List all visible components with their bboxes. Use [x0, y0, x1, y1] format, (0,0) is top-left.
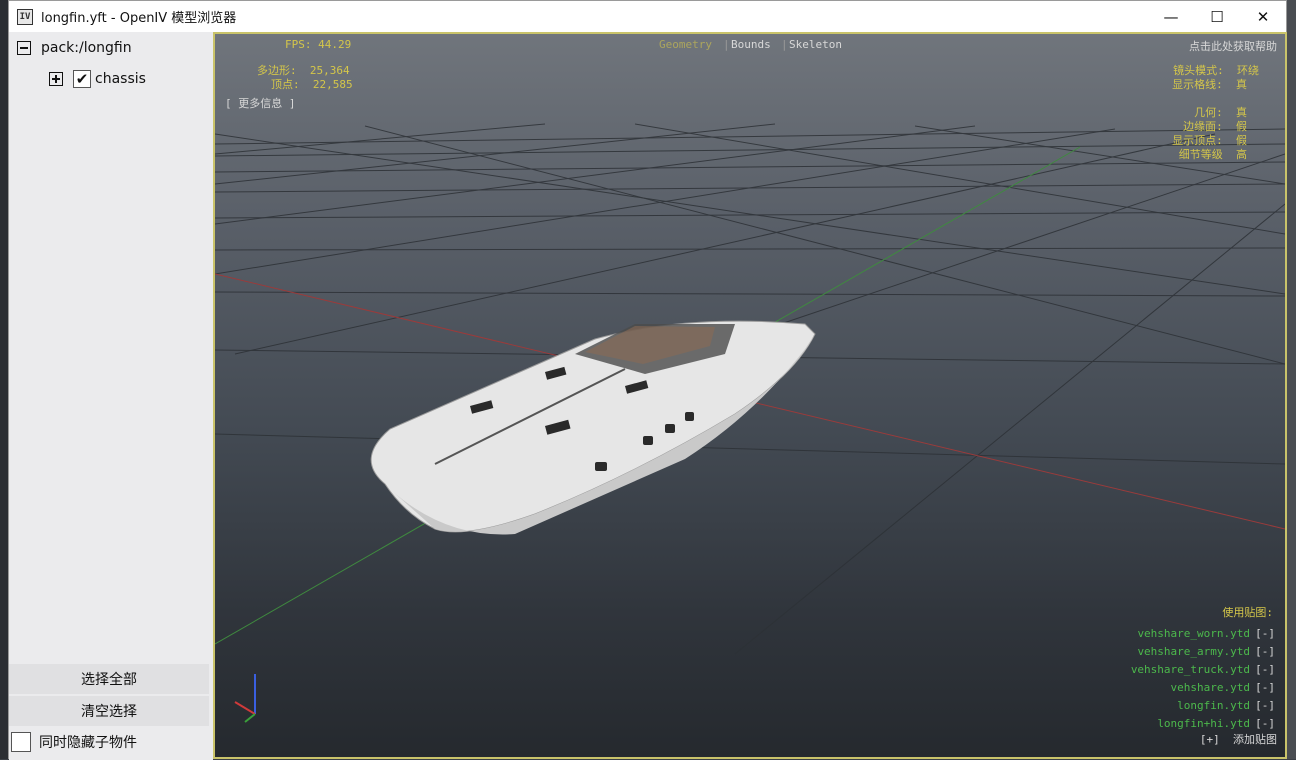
show-grid[interactable]: 显示格线: 真: [1172, 76, 1247, 92]
remove-texture-button[interactable]: [-]: [1255, 699, 1275, 712]
add-texture-button[interactable]: [+] 添加贴图: [1200, 731, 1277, 747]
texture-item: vehshare.ytd [-]: [1170, 681, 1275, 694]
minimize-button[interactable]: —: [1148, 1, 1194, 32]
tree-item-label: pack:/longfin: [41, 40, 132, 56]
texture-item: vehshare_truck.ytd [-]: [1130, 663, 1275, 676]
openiv-model-viewer-window: IV longfin.yft - OpenIV 模型浏览器 — ☐ ✕ pack…: [8, 0, 1287, 760]
remove-texture-button[interactable]: [-]: [1255, 663, 1275, 676]
lod-level[interactable]: 细节等级 高: [1179, 146, 1247, 162]
textures-title: 使用贴图:: [1222, 606, 1273, 619]
texture-item: vehshare_worn.ytd [-]: [1137, 627, 1275, 640]
tree-item-pack-longfin[interactable]: pack:/longfin: [17, 40, 132, 56]
desktop-background-left: [0, 0, 8, 759]
chassis-checkbox[interactable]: ✔: [73, 70, 91, 88]
vertex-count: 顶点: 22,585: [271, 78, 353, 91]
expand-icon[interactable]: [49, 72, 63, 86]
hide-children-option[interactable]: 同时隐藏子物件: [11, 732, 137, 752]
model-tree-sidebar: pack:/longfin ✔ chassis 选择全部 清空选择 同时隐藏子物…: [9, 32, 213, 760]
3d-viewport[interactable]: FPS: 44.29 多边形: 25,364 顶点: 22,585 [ 更多信息…: [213, 32, 1287, 759]
more-info-link[interactable]: [ 更多信息 ]: [225, 95, 296, 111]
remove-texture-button[interactable]: [-]: [1255, 645, 1275, 658]
texture-item: vehshare_army.ytd [-]: [1137, 645, 1275, 658]
clear-selection-button[interactable]: 清空选择: [9, 696, 209, 726]
axis-gizmo: [234, 674, 256, 723]
maximize-button[interactable]: ☐: [1194, 1, 1240, 32]
title-bar[interactable]: IV longfin.yft - OpenIV 模型浏览器 — ☐ ✕: [9, 1, 1286, 32]
fps-readout: FPS: 44.29: [285, 38, 352, 51]
close-button[interactable]: ✕: [1240, 1, 1286, 32]
tab-skeleton[interactable]: Skeleton: [789, 38, 842, 51]
tab-bounds[interactable]: Bounds: [731, 38, 771, 51]
remove-texture-button[interactable]: [-]: [1255, 681, 1275, 694]
desktop-background-right: [1287, 0, 1296, 759]
remove-texture-button[interactable]: [-]: [1255, 627, 1275, 640]
tree-item-label: chassis: [95, 71, 146, 87]
texture-item: longfin+hi.ytd [-]: [1157, 717, 1275, 730]
texture-list: vehshare_worn.ytd [-] vehshare_army.ytd …: [1131, 622, 1275, 730]
help-link[interactable]: 点击此处获取帮助: [1189, 38, 1277, 54]
remove-texture-button[interactable]: [-]: [1255, 717, 1275, 730]
tab-geometry[interactable]: Geometry: [659, 38, 712, 51]
tree-item-chassis[interactable]: ✔ chassis: [49, 70, 146, 88]
texture-item: longfin.ytd [-]: [1177, 699, 1275, 712]
openiv-app-icon: IV: [17, 8, 33, 25]
window-title: longfin.yft - OpenIV 模型浏览器: [41, 11, 237, 26]
hide-children-label: 同时隐藏子物件: [39, 735, 137, 751]
select-all-button[interactable]: 选择全部: [9, 664, 209, 694]
hide-children-checkbox[interactable]: [11, 732, 31, 752]
collapse-icon[interactable]: [17, 41, 31, 55]
ground-grid: [215, 123, 1285, 723]
